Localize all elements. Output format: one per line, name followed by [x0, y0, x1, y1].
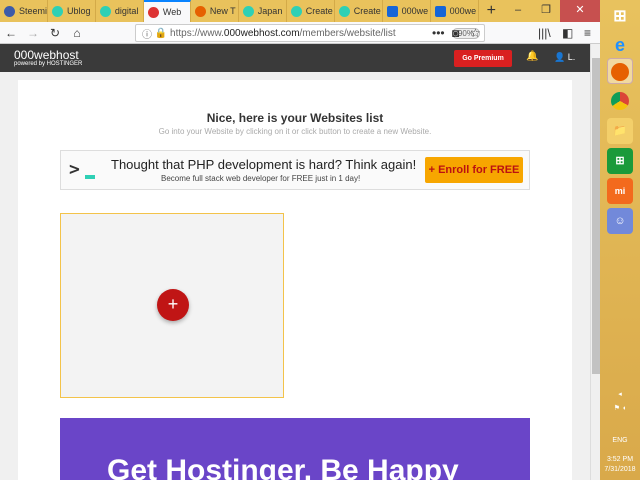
browser-tab[interactable]: Create	[287, 0, 335, 22]
favicon-icon	[99, 5, 111, 17]
user-name: L.	[567, 52, 576, 62]
bell-icon[interactable]: 🔔	[526, 51, 538, 62]
tab-label: Web	[162, 7, 182, 17]
promo-title: Thought that PHP development is hard? Th…	[111, 157, 417, 172]
mi-icon[interactable]: mi	[607, 178, 633, 204]
favicon-icon	[386, 5, 398, 17]
favicon-icon	[338, 5, 350, 17]
tab-label: digital	[114, 6, 139, 16]
page-subtitle: Go into your Website by clicking on it o…	[158, 127, 432, 136]
terminal-icon: >	[69, 159, 95, 180]
tab-label: 000we	[449, 6, 477, 16]
lock-icon: 🔒	[154, 27, 171, 39]
user-icon: 👤	[554, 52, 568, 62]
add-website-button[interactable]: +	[157, 289, 189, 321]
internet-explorer-icon[interactable]: e	[607, 32, 633, 58]
tab-label: Create	[353, 6, 381, 16]
scrollbar-thumb[interactable]	[592, 58, 600, 374]
browser-tab-active[interactable]: Web	[143, 0, 191, 22]
favicon-icon	[290, 5, 302, 17]
discord-icon[interactable]: ☺	[607, 208, 633, 234]
browser-tab[interactable]: digital	[96, 0, 144, 22]
user-menu[interactable]: 👤 L.	[554, 52, 575, 63]
add-website-card[interactable]: +	[60, 213, 284, 398]
browser-tab[interactable]: New T	[191, 0, 239, 22]
tab-label: Steemi	[19, 6, 48, 16]
back-button[interactable]: ←	[0, 26, 22, 40]
favicon-icon	[4, 5, 15, 17]
tab-label: Create	[305, 6, 333, 16]
tab-label: New T	[209, 6, 236, 16]
content-card: Nice, here is your Websites list Go into…	[18, 80, 572, 480]
library-icon[interactable]: |||\	[538, 26, 551, 40]
chrome-icon[interactable]	[607, 88, 633, 114]
firefox-icon[interactable]	[607, 58, 633, 84]
restore-button[interactable]: ❐	[532, 0, 560, 22]
tray-expand-icon[interactable]: ◂	[600, 390, 640, 398]
new-tab-button[interactable]: +	[479, 0, 504, 22]
windows-taskbar: ⊞ e 📁 ⊞ mi ☺ ◂ ⚑ ◖ ENG 3:52 PM 7/31/2018	[600, 0, 640, 480]
nav-bar: ← → ↻ ⌂ ⓘ 🔒 https://www. 000webhost.com/m…	[0, 22, 600, 44]
tab-label: 000we	[401, 6, 429, 16]
site-header: 000webhost powered by HOSTINGER Go Premiu…	[0, 44, 590, 72]
file-explorer-icon[interactable]: 📁	[607, 118, 633, 144]
menu-icon[interactable]: ≡	[584, 26, 591, 40]
reload-button[interactable]: ↻	[44, 26, 66, 40]
scrollbar[interactable]	[590, 44, 600, 480]
url-prefix: https://www.	[170, 27, 224, 39]
close-window-button[interactable]: ✕	[560, 0, 600, 22]
browser-tab[interactable]: Create	[335, 0, 383, 22]
minimize-button[interactable]: –	[504, 0, 532, 22]
browser-tab[interactable]: 000we	[431, 0, 479, 22]
hostinger-banner[interactable]: Get Hostinger. Be Happy	[60, 418, 530, 480]
favicon-icon	[242, 5, 254, 17]
home-button[interactable]: ⌂	[66, 26, 88, 40]
language-indicator[interactable]: ENG	[600, 437, 640, 444]
tab-label: Japan	[257, 6, 283, 16]
clock-time[interactable]: 3:52 PM	[600, 456, 640, 463]
go-premium-button[interactable]: Go Premium	[454, 50, 512, 67]
logo-text: 000webhost	[14, 48, 79, 62]
enroll-button[interactable]: + Enroll for FREE	[425, 157, 523, 183]
favicon-icon	[51, 5, 63, 17]
tab-label: Ublog	[66, 6, 91, 16]
tab-strip: Steemi Ublog digital Web New T Japan Cre…	[0, 0, 600, 22]
favicon-icon	[194, 5, 206, 17]
page-title: Nice, here is your Websites list	[206, 111, 384, 125]
promo-banner: > Thought that PHP development is hard? …	[60, 150, 530, 190]
logo[interactable]: 000webhost powered by HOSTINGER	[14, 48, 82, 67]
pocket-icon[interactable]: ◙	[452, 26, 459, 40]
favicon-icon	[147, 6, 159, 18]
browser-tab[interactable]: 000we	[383, 0, 431, 22]
browser-tab[interactable]: Steemi	[0, 0, 48, 22]
windows-start-icon[interactable]: ⊞	[607, 4, 633, 30]
url-domain: 000webhost.com	[223, 27, 300, 39]
logo-subtitle: powered by HOSTINGER	[14, 61, 83, 67]
favicon-icon	[434, 5, 446, 17]
bookmark-star-icon[interactable]: ☆	[470, 26, 481, 40]
info-icon[interactable]: ⓘ	[142, 26, 155, 41]
forward-button[interactable]: →	[22, 26, 44, 40]
more-icon[interactable]: •••	[432, 26, 445, 40]
sidebar-icon[interactable]: ◧	[562, 26, 573, 40]
banner-text: Get Hostinger. Be Happy	[107, 454, 459, 480]
clock-date[interactable]: 7/31/2018	[600, 466, 640, 473]
browser-tab[interactable]: Japan	[239, 0, 287, 22]
browser-tab[interactable]: Ublog	[48, 0, 96, 22]
promo-subtitle: Become full stack web developer for FREE…	[161, 174, 361, 183]
tray-icons[interactable]: ⚑ ◖	[600, 404, 640, 412]
store-icon[interactable]: ⊞	[607, 148, 633, 174]
url-path: /members/website/list	[299, 27, 396, 39]
